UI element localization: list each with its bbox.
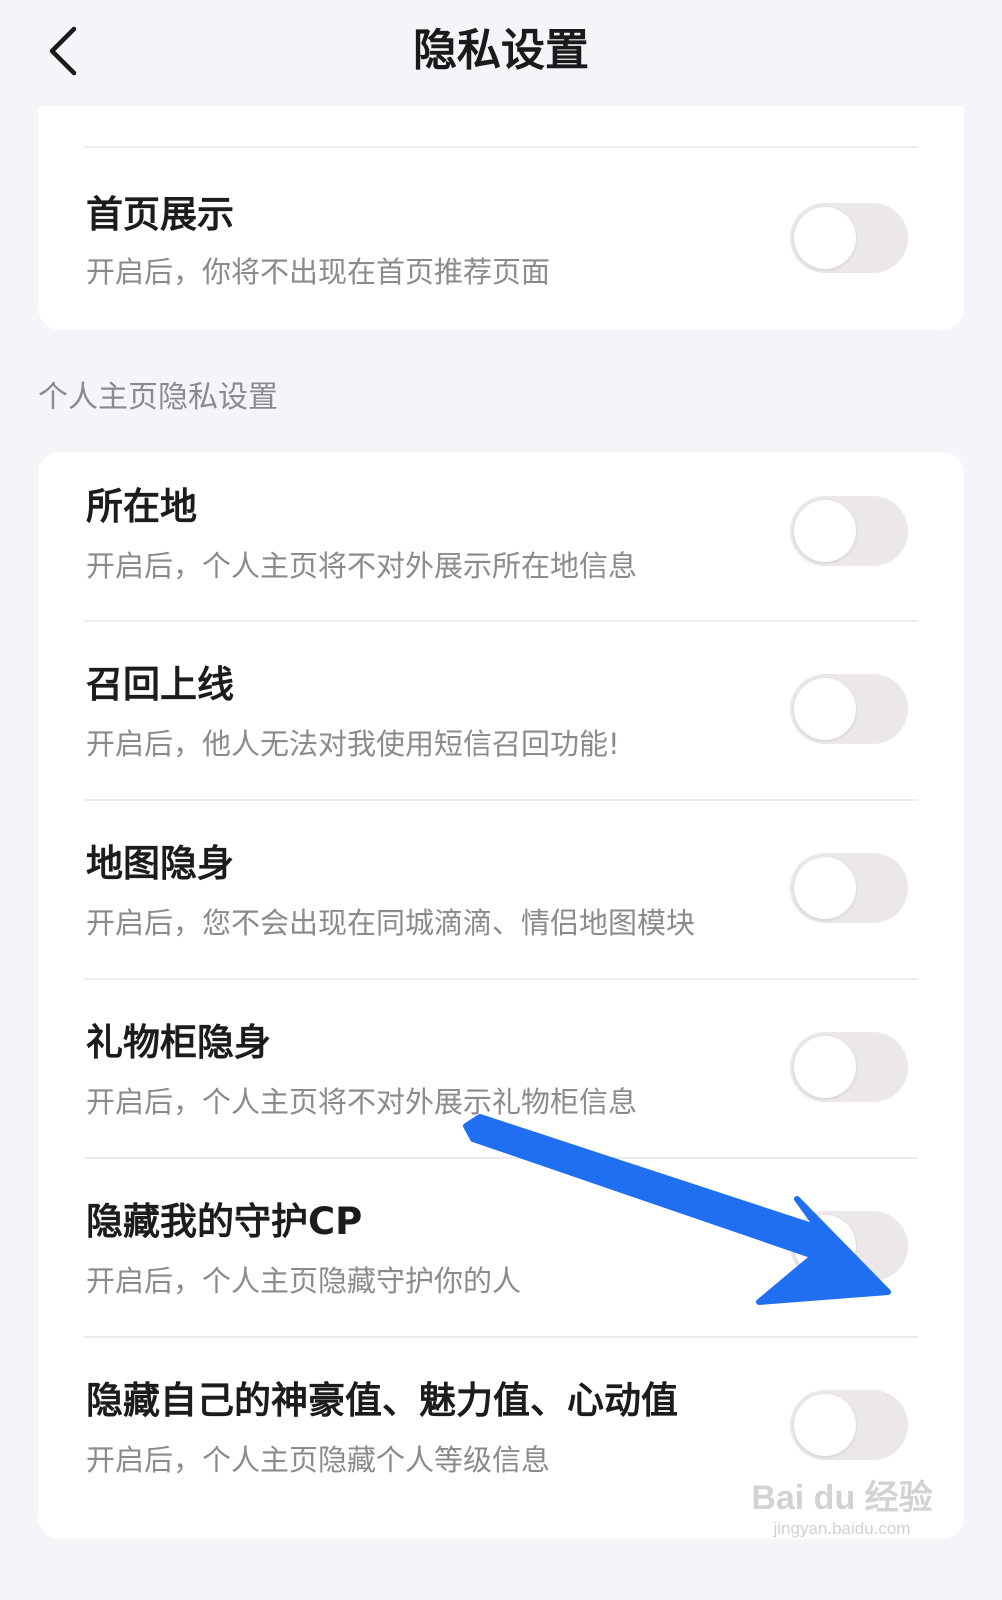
- setting-row-recall-online[interactable]: 召回上线 开启后，他人无法对我使用短信召回功能!: [38, 622, 964, 799]
- toggle-knob: [794, 857, 856, 919]
- setting-description: 开启后，您不会出现在同城滴滴、情侣地图模块: [86, 906, 696, 940]
- setting-description: 开启后，个人主页隐藏个人等级信息: [86, 1443, 551, 1477]
- setting-title: 隐藏我的守护CP: [86, 1200, 363, 1243]
- setting-title: 礼物柜隐身: [86, 1021, 271, 1064]
- setting-description: 开启后，个人主页隐藏守护你的人: [86, 1264, 522, 1298]
- toggle-knob: [794, 207, 856, 269]
- toggle-knob: [794, 1215, 856, 1277]
- hide-guardian-cp-toggle[interactable]: [790, 1211, 908, 1281]
- setting-title: 地图隐身: [86, 842, 234, 885]
- setting-title: 隐藏自己的神豪值、魅力值、心动值: [86, 1379, 678, 1422]
- homepage-display-toggle[interactable]: [790, 203, 908, 273]
- top-bar: 隐私设置: [0, 0, 1002, 104]
- setting-row-hide-guardian-cp[interactable]: 隐藏我的守护CP 开启后，个人主页隐藏守护你的人: [38, 1159, 964, 1336]
- toggle-knob: [794, 678, 856, 740]
- toggle-knob: [794, 500, 856, 562]
- setting-row-map-invisible[interactable]: 地图隐身 开启后，您不会出现在同城滴滴、情侣地图模块: [38, 801, 964, 978]
- section-label: 个人主页隐私设置: [38, 380, 278, 415]
- setting-row-homepage-display[interactable]: 首页展示 开启后，你将不出现在首页推荐页面: [38, 148, 964, 330]
- setting-title: 召回上线: [86, 663, 234, 706]
- map-invisible-toggle[interactable]: [790, 853, 908, 923]
- setting-title: 首页展示: [86, 193, 234, 236]
- watermark-url: jingyan.baidu.com: [773, 1519, 911, 1538]
- setting-description: 开启后，个人主页将不对外展示礼物柜信息: [86, 1085, 638, 1119]
- profile-privacy-card: 所在地 开启后，个人主页将不对外展示所在地信息 召回上线 开启后，他人无法对我使…: [38, 452, 964, 1539]
- recall-online-toggle[interactable]: [790, 674, 908, 744]
- setting-description: 开启后，你将不出现在首页推荐页面: [86, 255, 551, 289]
- toggle-knob: [794, 1036, 856, 1098]
- watermark: Bai du 经验 jingyan.baidu.com: [742, 1470, 942, 1560]
- setting-title: 所在地: [86, 485, 197, 528]
- setting-description: 开启后，个人主页将不对外展示所在地信息: [86, 549, 638, 583]
- gift-cabinet-toggle[interactable]: [790, 1032, 908, 1102]
- top-settings-card: 首页展示 开启后，你将不出现在首页推荐页面: [38, 106, 964, 330]
- toggle-knob: [794, 1394, 856, 1456]
- setting-row-location[interactable]: 所在地 开启后，个人主页将不对外展示所在地信息: [38, 452, 964, 620]
- setting-row-gift-cabinet-invisible[interactable]: 礼物柜隐身 开启后，个人主页将不对外展示礼物柜信息: [38, 980, 964, 1157]
- watermark-logo: Bai du 经验: [751, 1479, 933, 1517]
- location-toggle[interactable]: [790, 496, 908, 566]
- hide-levels-toggle[interactable]: [790, 1390, 908, 1460]
- page-title: 隐私设置: [413, 25, 589, 76]
- setting-description: 开启后，他人无法对我使用短信召回功能!: [86, 727, 620, 761]
